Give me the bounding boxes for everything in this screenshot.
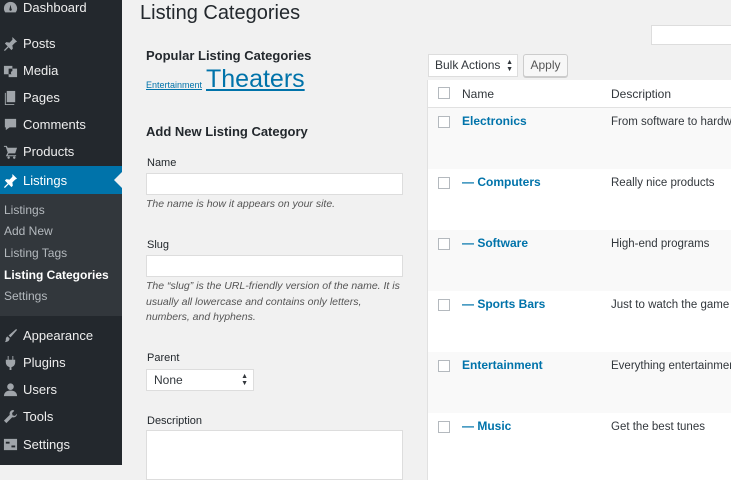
row-description: Really nice products [611, 177, 715, 189]
bulk-actions-value: Bulk Actions [435, 58, 501, 72]
menu-item-label: Dashboard [23, 0, 87, 15]
pin-icon [3, 173, 18, 188]
admin-sidebar: Dashboard Posts Media Pages Comments Pro… [0, 0, 122, 465]
popular-categories-heading: Popular Listing Categories [146, 48, 312, 63]
submenu-item-add-new[interactable]: Add New [4, 221, 53, 241]
dashboard-icon [3, 0, 18, 15]
menu-item-appearance[interactable]: Appearance [0, 322, 122, 349]
menu-item-label: Tools [23, 409, 54, 424]
user-icon [3, 382, 18, 397]
table-row: — Computers Really nice products [428, 169, 731, 230]
row-name-link[interactable]: Entertainment [462, 358, 543, 372]
media-icon [3, 63, 18, 78]
pages-icon [3, 90, 18, 105]
row-checkbox[interactable] [438, 238, 450, 250]
search-input[interactable] [651, 25, 731, 45]
apply-button[interactable]: Apply [523, 54, 568, 77]
select-arrows-icon: ▲ ▼ [241, 373, 248, 387]
menu-item-label: Settings [23, 437, 70, 452]
row-description: Just to watch the game [611, 299, 730, 311]
menu-item-label: Users [23, 382, 57, 397]
parent-label: Parent [147, 352, 180, 364]
row-checkbox[interactable] [438, 421, 450, 433]
column-header-description: Description [611, 87, 672, 101]
row-checkbox[interactable] [438, 177, 450, 189]
cart-icon [3, 144, 18, 159]
parent-select[interactable]: None ▲ ▼ [146, 369, 254, 391]
tag-link-theaters[interactable]: Theaters [206, 64, 305, 94]
row-description: Everything entertainment [611, 360, 731, 372]
column-header-name[interactable]: Name [462, 87, 494, 101]
description-label: Description [147, 415, 203, 427]
menu-item-users[interactable]: Users [0, 376, 122, 403]
menu-item-label: Products [23, 144, 75, 159]
row-name-link[interactable]: — Computers [462, 175, 541, 189]
row-checkbox[interactable] [438, 360, 450, 372]
menu-item-label: Pages [23, 90, 60, 105]
row-description: Get the best tunes [611, 421, 705, 433]
table-row: Entertainment Everything entertainment [428, 352, 731, 413]
menu-item-posts[interactable]: Posts [0, 30, 122, 57]
menu-item-pages[interactable]: Pages [0, 84, 122, 111]
menu-item-label: Plugins [23, 355, 66, 370]
settings-icon [3, 437, 18, 452]
row-description: High-end programs [611, 238, 710, 250]
menu-item-settings[interactable]: Settings [0, 431, 122, 458]
submenu-item-settings[interactable]: Settings [4, 286, 47, 306]
menu-item-products[interactable]: Products [0, 138, 122, 165]
row-name-link[interactable]: — Sports Bars [462, 297, 545, 311]
table-row: — Sports Bars Just to watch the game [428, 291, 731, 352]
add-new-category-heading: Add New Listing Category [146, 124, 308, 139]
row-description: From software to hardware [611, 116, 731, 128]
menu-item-plugins[interactable]: Plugins [0, 349, 122, 376]
menu-item-dashboard[interactable]: Dashboard [0, 0, 122, 21]
menu-item-media[interactable]: Media [0, 57, 122, 84]
table-header: Name Description [428, 80, 731, 108]
table-row: — Software High-end programs [428, 230, 731, 291]
tag-link-entertainment[interactable]: Entertainment [146, 80, 202, 90]
submenu-item-listing-tags[interactable]: Listing Tags [4, 243, 67, 263]
pin-icon [3, 36, 18, 51]
plug-icon [3, 355, 18, 370]
menu-item-tools[interactable]: Tools [0, 403, 122, 430]
menu-item-label: Appearance [23, 328, 94, 343]
menu-item-listings[interactable]: Listings [0, 166, 122, 194]
slug-input[interactable] [146, 255, 403, 277]
description-textarea[interactable] [146, 430, 403, 480]
slug-label: Slug [147, 239, 170, 251]
menu-item-comments[interactable]: Comments [0, 111, 122, 138]
brush-icon [3, 328, 18, 343]
menu-item-label: Posts [23, 36, 56, 51]
page-title: Listing Categories [140, 2, 301, 24]
menu-item-label: Listings [23, 172, 68, 188]
categories-table: Name Description Electronics From softwa… [427, 80, 731, 480]
name-help-text: The name is how it appears on your site. [146, 198, 336, 210]
row-name-link[interactable]: — Software [462, 236, 528, 250]
wrench-icon [3, 409, 18, 424]
bulk-actions-select[interactable]: Bulk Actions ▲ ▼ [428, 54, 518, 77]
row-name-link[interactable]: — Music [462, 419, 511, 433]
row-checkbox[interactable] [438, 299, 450, 311]
listings-submenu: Listings Add New Listing Tags Listing Ca… [0, 194, 122, 316]
name-label: Name [147, 157, 177, 169]
submenu-item-listing-categories[interactable]: Listing Categories [4, 265, 109, 285]
row-checkbox[interactable] [438, 116, 450, 128]
menu-item-label: Comments [23, 117, 86, 132]
menu-item-label: Media [23, 63, 59, 78]
select-arrows-icon: ▲ ▼ [506, 59, 513, 73]
comment-icon [3, 117, 18, 132]
submenu-item-listings[interactable]: Listings [4, 200, 45, 220]
name-input[interactable] [146, 173, 403, 195]
select-all-checkbox[interactable] [438, 87, 450, 99]
parent-select-value: None [154, 373, 183, 387]
row-name-link[interactable]: Electronics [462, 114, 527, 128]
table-row: Electronics From software to hardware [428, 108, 731, 169]
slug-help-text: The “slug” is the URL-friendly version o… [146, 280, 400, 323]
